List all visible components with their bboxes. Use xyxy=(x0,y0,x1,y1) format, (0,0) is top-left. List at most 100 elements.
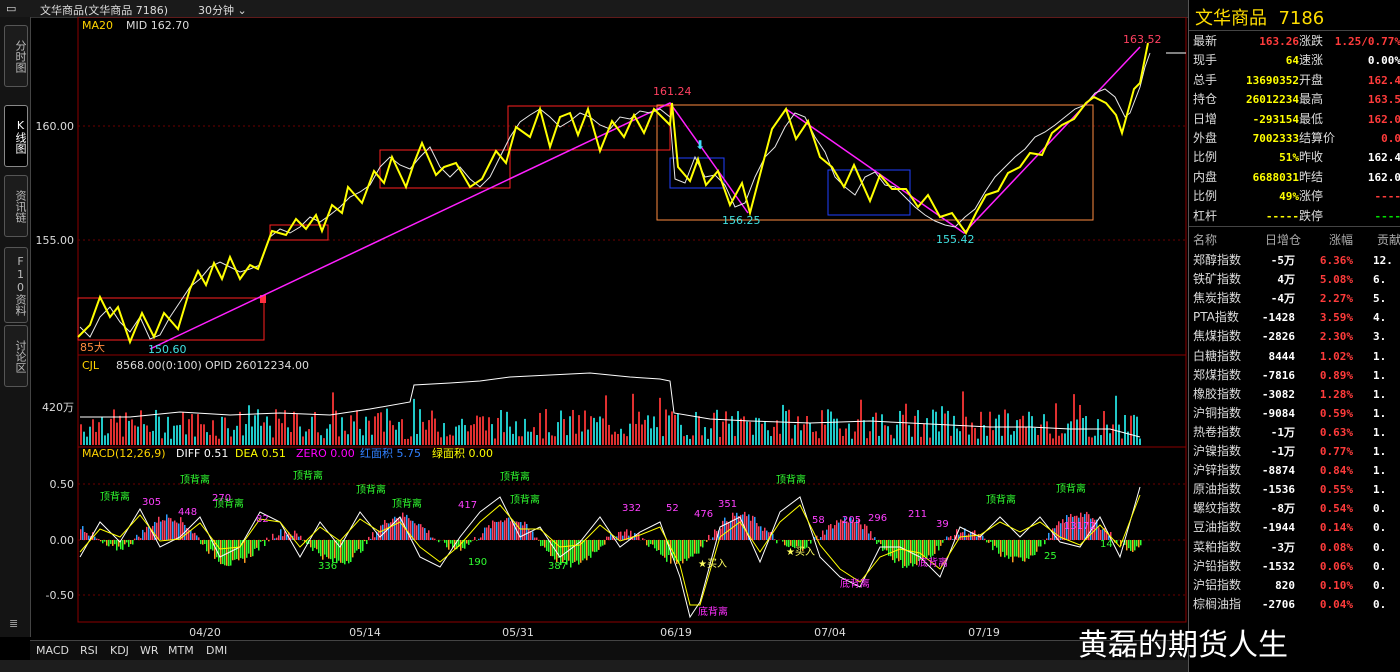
volume-bar xyxy=(185,434,187,445)
index-row[interactable]: 原油指数 -1536 0.55% 1. xyxy=(1189,480,1400,499)
index-row[interactable]: 沪镍指数 -1万 0.77% 1. xyxy=(1189,442,1400,461)
index-cell: 热卷指数 xyxy=(1193,424,1242,439)
tab-mtm[interactable]: MTM xyxy=(168,644,194,657)
macd-bar xyxy=(1028,540,1030,559)
index-cell: -3万 xyxy=(1270,540,1295,554)
index-row[interactable]: 菜粕指数 -3万 0.08% 0. xyxy=(1189,538,1400,557)
volume-bar xyxy=(353,421,355,445)
index-cell: 6.36% xyxy=(1319,254,1353,267)
volume-bar xyxy=(1085,416,1087,445)
volume-bar xyxy=(953,415,955,445)
volume-bar xyxy=(1106,424,1108,445)
macd-bar xyxy=(522,525,524,540)
macd-bar xyxy=(1014,540,1016,557)
macd-bar xyxy=(540,540,542,547)
volume-bar xyxy=(146,425,148,445)
macd-bar xyxy=(996,540,998,548)
volume-bar xyxy=(977,438,979,445)
index-cell: 0.04% xyxy=(1319,597,1353,611)
tab-f10[interactable]: F10资料 xyxy=(4,247,28,323)
index-row[interactable]: PTA指数 -1428 3.59% 4. xyxy=(1189,308,1400,327)
volume-bar xyxy=(98,422,100,445)
index-row[interactable]: 棕榈油指 -2706 0.04% 0. xyxy=(1189,595,1400,614)
quote-row: 跌停 ---- xyxy=(1295,207,1400,226)
col-change[interactable]: 涨幅 xyxy=(1329,231,1353,248)
quote-key: 现手 xyxy=(1193,53,1218,68)
index-row[interactable]: 橡胶指数 -3082 1.28% 1. xyxy=(1189,385,1400,404)
macd-bar xyxy=(870,531,872,540)
period-selector[interactable]: 30分钟 ⌄ xyxy=(198,2,247,18)
macd-bar xyxy=(650,540,652,545)
macd-bar xyxy=(1006,540,1008,556)
macd-bar xyxy=(510,521,512,540)
col-oi-change[interactable]: 日增仓 xyxy=(1265,231,1301,248)
index-row[interactable]: 沪锌指数 -8874 0.84% 1. xyxy=(1189,461,1400,480)
volume-bar xyxy=(758,418,760,445)
col-contribution[interactable]: 贡献 xyxy=(1377,231,1400,248)
volume-bar xyxy=(938,431,940,445)
volume-bar xyxy=(245,424,247,445)
macd-bar xyxy=(690,540,692,557)
tab-timeshare[interactable]: 分时图 xyxy=(4,25,28,87)
quote-key: 最低 xyxy=(1299,111,1324,126)
index-row[interactable]: 焦炭指数 -4万 2.27% 5. xyxy=(1189,289,1400,308)
menu-icon[interactable]: ▭ xyxy=(6,2,16,15)
macd-bar xyxy=(542,540,544,546)
tab-wr[interactable]: WR xyxy=(140,644,159,657)
index-cell: 沪铝指数 xyxy=(1193,577,1242,592)
index-row[interactable]: 沪铜指数 -9084 0.59% 1. xyxy=(1189,404,1400,423)
volume-bar xyxy=(434,418,436,445)
volume-bar xyxy=(578,415,580,445)
quote-key: 开盘 xyxy=(1299,72,1324,87)
tab-kline[interactable]: K线图 xyxy=(4,105,28,167)
macd-bar xyxy=(94,536,96,540)
volume-bar xyxy=(365,416,367,445)
tab-kdj[interactable]: KDJ xyxy=(110,644,129,657)
index-row[interactable]: 螺纹指数 -8万 0.54% 0. xyxy=(1189,499,1400,518)
macd-label[interactable]: MACD(12,26,9) xyxy=(82,447,166,460)
volume-bar xyxy=(320,435,322,445)
volume-bar xyxy=(296,414,298,445)
volume-bar xyxy=(176,425,178,445)
index-row[interactable]: 豆油指数 -1944 0.14% 0. xyxy=(1189,518,1400,537)
tab-rsi[interactable]: RSI xyxy=(80,644,98,657)
volume-bar xyxy=(374,416,376,445)
col-name[interactable]: 名称 xyxy=(1193,231,1217,248)
macd-bar xyxy=(162,520,164,540)
macd-bar xyxy=(938,540,940,551)
tab-macd[interactable]: MACD xyxy=(36,644,69,657)
index-row[interactable]: 郑醇指数 -5万 6.36% 12. xyxy=(1189,251,1400,270)
volume-bar xyxy=(1067,423,1069,445)
macd-bar xyxy=(928,540,930,556)
index-cell: -9084 xyxy=(1261,406,1295,420)
macd-bar xyxy=(1058,521,1060,540)
tab-dmi[interactable]: DMI xyxy=(206,644,227,657)
macd-bar xyxy=(380,525,382,540)
macd-bar xyxy=(418,523,420,540)
volume-bar xyxy=(689,438,691,445)
index-cell: -1万 xyxy=(1270,445,1295,458)
index-row[interactable]: 沪铝指数 820 0.10% 0. xyxy=(1189,576,1400,595)
index-row[interactable]: 沪铅指数 -1532 0.06% 0. xyxy=(1189,557,1400,576)
volume-bar xyxy=(1124,415,1126,445)
volume-bar xyxy=(1055,403,1057,445)
index-row[interactable]: 焦煤指数 -2826 2.30% 3. xyxy=(1189,327,1400,346)
tab-news[interactable]: 资讯链 xyxy=(4,175,28,237)
vol-label[interactable]: CJL xyxy=(82,359,100,372)
ma-label[interactable]: MA20 xyxy=(82,19,113,32)
tab-discussion[interactable]: 讨论区 xyxy=(4,325,28,387)
volume-bar xyxy=(404,438,406,445)
index-cell: 沪铜指数 xyxy=(1193,405,1242,420)
volume-bar xyxy=(932,409,934,445)
index-row[interactable]: 热卷指数 -1万 0.63% 1. xyxy=(1189,423,1400,442)
macd-bar xyxy=(146,526,148,540)
settings-icon[interactable]: ≣ xyxy=(9,617,18,630)
index-row[interactable]: 铁矿指数 4万 5.08% 6. xyxy=(1189,270,1400,289)
macd-green-area: 绿面积 0.00 xyxy=(432,446,493,460)
kline-chart[interactable]: MA20 MID 162.70 160.00 155.00 163.52 161… xyxy=(30,17,1188,640)
index-row[interactable]: 白糖指数 8444 1.02% 1. xyxy=(1189,347,1400,366)
volume-bar xyxy=(590,416,592,445)
volume-bar xyxy=(308,429,310,445)
volume-bar xyxy=(677,413,679,445)
index-row[interactable]: 郑煤指数 -7816 0.89% 1. xyxy=(1189,366,1400,385)
